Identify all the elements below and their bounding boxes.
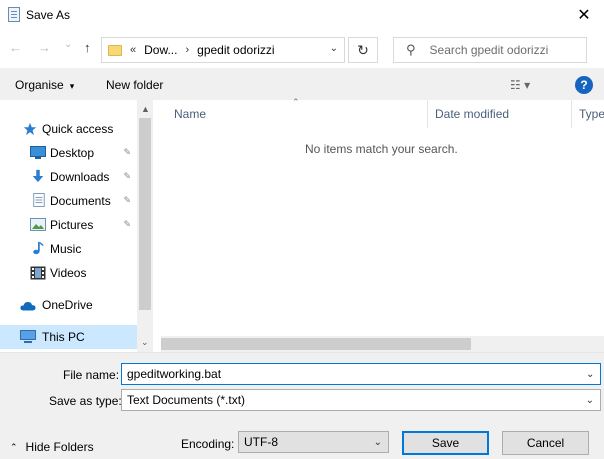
- help-icon[interactable]: ?: [575, 76, 593, 94]
- navigation-pane: Quick access Desktop ✎ Downloads ✎ Docum…: [0, 100, 153, 352]
- sidebar-item-label: Documents: [50, 194, 111, 208]
- scroll-down-icon[interactable]: ⌄: [141, 337, 149, 348]
- encoding-select[interactable]: UTF-8 ⌄: [238, 431, 389, 453]
- sidebar-item-label: Quick access: [42, 122, 114, 136]
- save-form: File name: ⌄ Save as type: Text Document…: [0, 353, 604, 459]
- chevron-down-icon[interactable]: ⌄: [330, 43, 338, 54]
- empty-message: No items match your search.: [305, 142, 458, 156]
- music-icon: [33, 241, 44, 255]
- file-list-scrollbar[interactable]: [161, 336, 604, 352]
- back-button[interactable]: ←: [9, 40, 22, 55]
- star-icon: [23, 122, 37, 136]
- pin-icon[interactable]: ✎: [123, 219, 131, 230]
- chevron-up-icon: ⌃: [10, 441, 18, 452]
- videos-icon: [30, 266, 46, 280]
- chevron-down-icon[interactable]: ⌄: [586, 369, 594, 380]
- refresh-icon: ↻: [357, 41, 369, 58]
- hide-folders-button[interactable]: ⌃ Hide Folders: [10, 440, 94, 454]
- pin-icon[interactable]: ✎: [123, 147, 131, 158]
- sidebar-item-downloads[interactable]: Downloads ✎: [0, 165, 137, 189]
- sidebar-item-videos[interactable]: Videos: [0, 261, 137, 285]
- cloud-icon: [20, 301, 36, 311]
- command-toolbar: Organise ▾ New folder ☷ ▾ ?: [0, 68, 604, 100]
- chevron-down-icon: ⌄: [585, 395, 594, 406]
- address-overflow[interactable]: «: [130, 44, 136, 56]
- save-as-type-label: Save as type:: [49, 394, 122, 408]
- folder-icon: [108, 44, 122, 56]
- chevron-right-icon[interactable]: ›: [185, 44, 189, 56]
- caret-down-icon: ▾: [69, 81, 75, 91]
- close-button[interactable]: ✕: [564, 0, 604, 30]
- sidebar-item-label: Music: [50, 242, 82, 256]
- file-list: ⌃ Name Date modified Type No items match…: [161, 97, 604, 352]
- downloads-icon: [32, 169, 44, 183]
- column-divider[interactable]: [571, 100, 572, 128]
- sidebar-item-music[interactable]: Music: [0, 237, 137, 261]
- address-segment-downloads[interactable]: Dow...: [144, 43, 177, 57]
- hide-folders-label: Hide Folders: [25, 440, 94, 454]
- file-list-scrollbar-thumb[interactable]: [161, 338, 471, 350]
- search-icon: ⚲: [406, 42, 416, 57]
- sidebar-scrollbar[interactable]: ▲ ⌄: [137, 100, 153, 352]
- scroll-up-icon[interactable]: ▲: [141, 104, 150, 114]
- sidebar-item-onedrive[interactable]: OneDrive: [0, 293, 137, 317]
- navigation-bar: ← → ⌄ ↑ « Dow... › gpedit odorizzi ⌄ ↻ ⚲…: [0, 30, 604, 66]
- sidebar-item-label: This PC: [42, 330, 85, 344]
- encoding-label: Encoding:: [181, 437, 235, 451]
- pictures-icon: [30, 218, 46, 231]
- save-button[interactable]: Save: [402, 431, 489, 455]
- pin-icon[interactable]: ✎: [123, 195, 131, 206]
- new-folder-button[interactable]: New folder: [106, 78, 163, 92]
- sidebar-item-label: Desktop: [50, 146, 95, 160]
- desktop-icon: [30, 146, 46, 159]
- column-header-name[interactable]: Name: [174, 100, 206, 128]
- recent-locations-button[interactable]: ⌄: [64, 39, 72, 50]
- pin-icon[interactable]: ✎: [123, 171, 131, 182]
- search-box[interactable]: ⚲ Search gpedit odorizzi: [393, 37, 587, 63]
- address-bar[interactable]: « Dow... › gpedit odorizzi ⌄: [101, 37, 345, 63]
- sidebar-item-label: Videos: [50, 266, 87, 280]
- column-header-type[interactable]: Type: [579, 100, 604, 128]
- column-header-date-modified[interactable]: Date modified: [435, 100, 509, 128]
- file-name-label: File name:: [63, 368, 120, 382]
- title-bar: Save As ✕: [0, 0, 604, 30]
- sidebar-item-label: Pictures: [50, 218, 94, 232]
- organise-button[interactable]: Organise ▾: [15, 78, 74, 92]
- documents-icon: [33, 193, 45, 207]
- sidebar-scrollbar-thumb[interactable]: [139, 118, 151, 310]
- sidebar-item-this-pc[interactable]: This PC: [0, 325, 137, 349]
- cancel-button[interactable]: Cancel: [502, 431, 589, 455]
- organise-label: Organise: [15, 78, 64, 92]
- search-input[interactable]: Search gpedit odorizzi: [430, 43, 549, 57]
- view-options-icon[interactable]: ☷ ▾: [510, 78, 530, 92]
- sidebar-item-pictures[interactable]: Pictures ✎: [0, 213, 137, 237]
- sidebar-item-quick-access[interactable]: Quick access: [0, 117, 137, 141]
- file-name-input[interactable]: [121, 363, 601, 385]
- window-title: Save As: [26, 8, 71, 22]
- refresh-button[interactable]: ↻: [348, 37, 378, 63]
- sidebar-item-label: OneDrive: [42, 298, 93, 312]
- forward-button[interactable]: →: [38, 40, 51, 55]
- encoding-value: UTF-8: [244, 435, 278, 449]
- up-button[interactable]: ↑: [84, 40, 91, 55]
- chevron-down-icon: ⌄: [373, 437, 382, 448]
- sidebar-item-label: Downloads: [50, 170, 110, 184]
- sort-indicator-icon: ⌃: [292, 97, 300, 107]
- address-segment-current[interactable]: gpedit odorizzi: [197, 43, 274, 57]
- sidebar-item-documents[interactable]: Documents ✎: [0, 189, 137, 213]
- column-divider[interactable]: [427, 100, 428, 128]
- save-as-type-select[interactable]: Text Documents (*.txt) ⌄: [121, 389, 601, 411]
- pc-icon: [20, 330, 36, 343]
- notepad-icon: [8, 7, 20, 22]
- sidebar-item-desktop[interactable]: Desktop ✎: [0, 141, 137, 165]
- close-icon: ✕: [577, 7, 591, 24]
- save-as-type-value: Text Documents (*.txt): [127, 393, 246, 407]
